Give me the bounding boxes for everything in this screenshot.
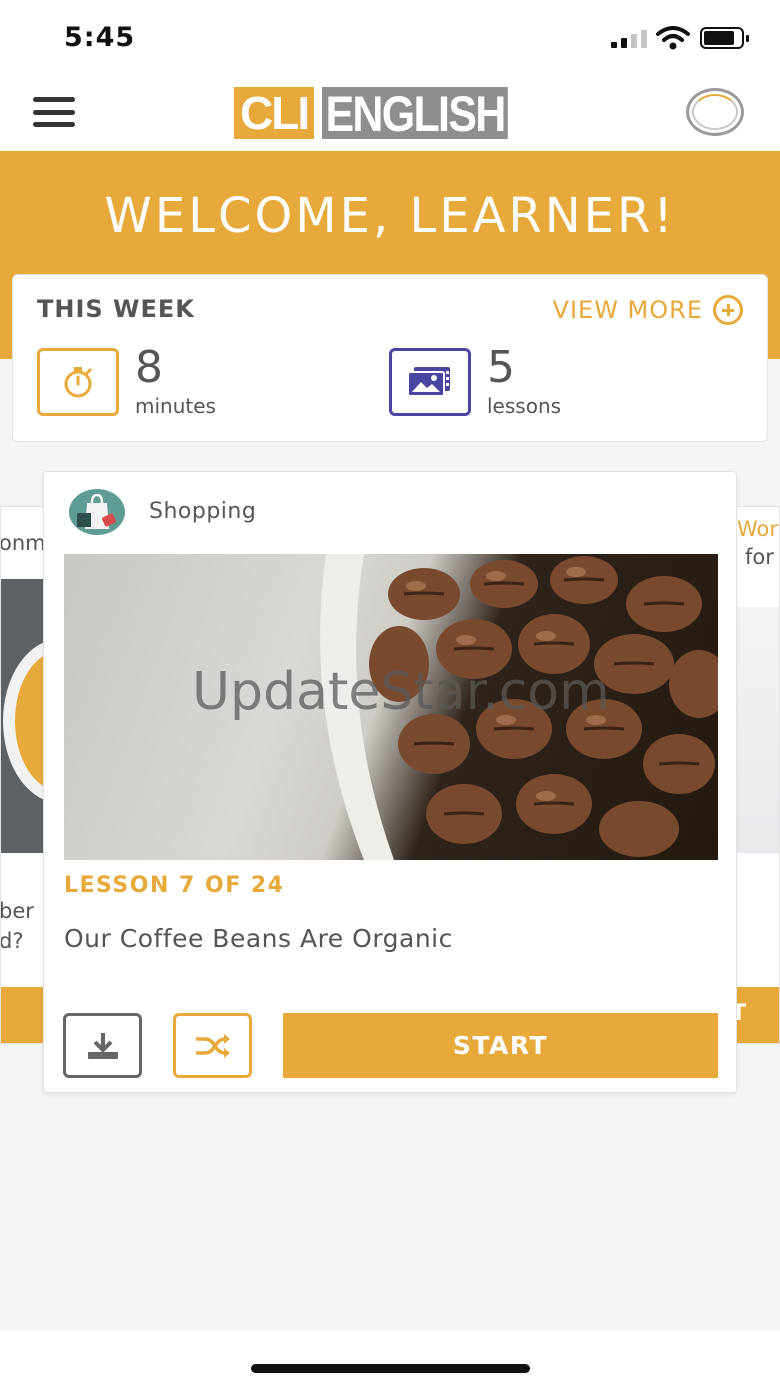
- lessons-value: 5: [487, 342, 515, 393]
- minutes-value: 8: [135, 342, 163, 393]
- home-indicator[interactable]: [251, 1364, 530, 1373]
- previous-card-image: [1, 579, 43, 853]
- download-button[interactable]: [63, 1013, 142, 1078]
- shuffle-icon: [195, 1033, 230, 1058]
- wifi-icon: [656, 26, 690, 50]
- minutes-unit: minutes: [135, 394, 216, 418]
- download-icon: [87, 1032, 118, 1059]
- next-card-start-fragment: T: [737, 1001, 746, 1026]
- previous-card-title-fragment-2: d?: [0, 929, 24, 953]
- shuffle-button[interactable]: [173, 1013, 252, 1078]
- lesson-thumbnail[interactable]: UpdateStar.com: [64, 554, 718, 860]
- stopwatch-icon: [37, 348, 119, 416]
- previous-card-start-button[interactable]: [1, 987, 43, 1043]
- welcome-title: WELCOME, LEARNER!: [104, 188, 676, 244]
- view-more-label: VIEW MORE: [552, 296, 703, 324]
- next-card-topic-fragment: for: [745, 545, 774, 569]
- next-card-label-fragment: Wor: [737, 517, 779, 541]
- lesson-count: LESSON 7 OF 24: [64, 873, 285, 898]
- profile-progress-button[interactable]: [686, 88, 744, 136]
- this-week-card: THIS WEEK VIEW MORE 8 minutes 5 lessons: [12, 274, 768, 442]
- previous-lesson-card[interactable]: onm ber d?: [0, 506, 44, 1044]
- hamburger-menu-button[interactable]: [33, 95, 77, 129]
- logo-word: ENGLISH: [322, 87, 509, 141]
- next-card-start-button[interactable]: T: [737, 987, 779, 1043]
- topic-label: Shopping: [149, 499, 257, 524]
- shopping-bag-icon: [69, 489, 125, 535]
- current-lesson-card[interactable]: Shopping UpdateStar.com LESSON 7 OF 24 O…: [43, 471, 737, 1093]
- watermark-text: UpdateStar.com: [192, 662, 610, 722]
- minutes-stat: 8 minutes: [37, 344, 216, 418]
- app-logo: CLI ENGLISH: [234, 86, 538, 141]
- cellular-signal-icon: [611, 30, 647, 48]
- battery-icon: [700, 27, 749, 49]
- previous-card-title-fragment-1: ber: [0, 899, 34, 923]
- bottom-safe-area: [0, 1330, 780, 1387]
- lessons-stat: 5 lessons: [389, 344, 562, 418]
- view-more-link[interactable]: VIEW MORE: [553, 295, 743, 325]
- status-time: 5:45: [64, 22, 136, 53]
- lessons-unit: lessons: [487, 394, 562, 418]
- previous-card-topic-fragment: onm: [0, 531, 44, 555]
- next-card-image: [737, 607, 779, 853]
- status-bar: 5:45: [0, 0, 780, 78]
- logo-mark: CLI: [234, 87, 315, 139]
- lesson-title: Our Coffee Beans Are Organic: [64, 924, 453, 953]
- image-lesson-icon: [389, 348, 471, 416]
- top-navigation: CLI ENGLISH: [0, 78, 780, 151]
- this-week-title: THIS WEEK: [37, 295, 195, 323]
- start-button[interactable]: START: [283, 1013, 718, 1078]
- next-lesson-card[interactable]: Wor for T: [736, 506, 780, 1044]
- plus-circle-icon: [713, 295, 743, 325]
